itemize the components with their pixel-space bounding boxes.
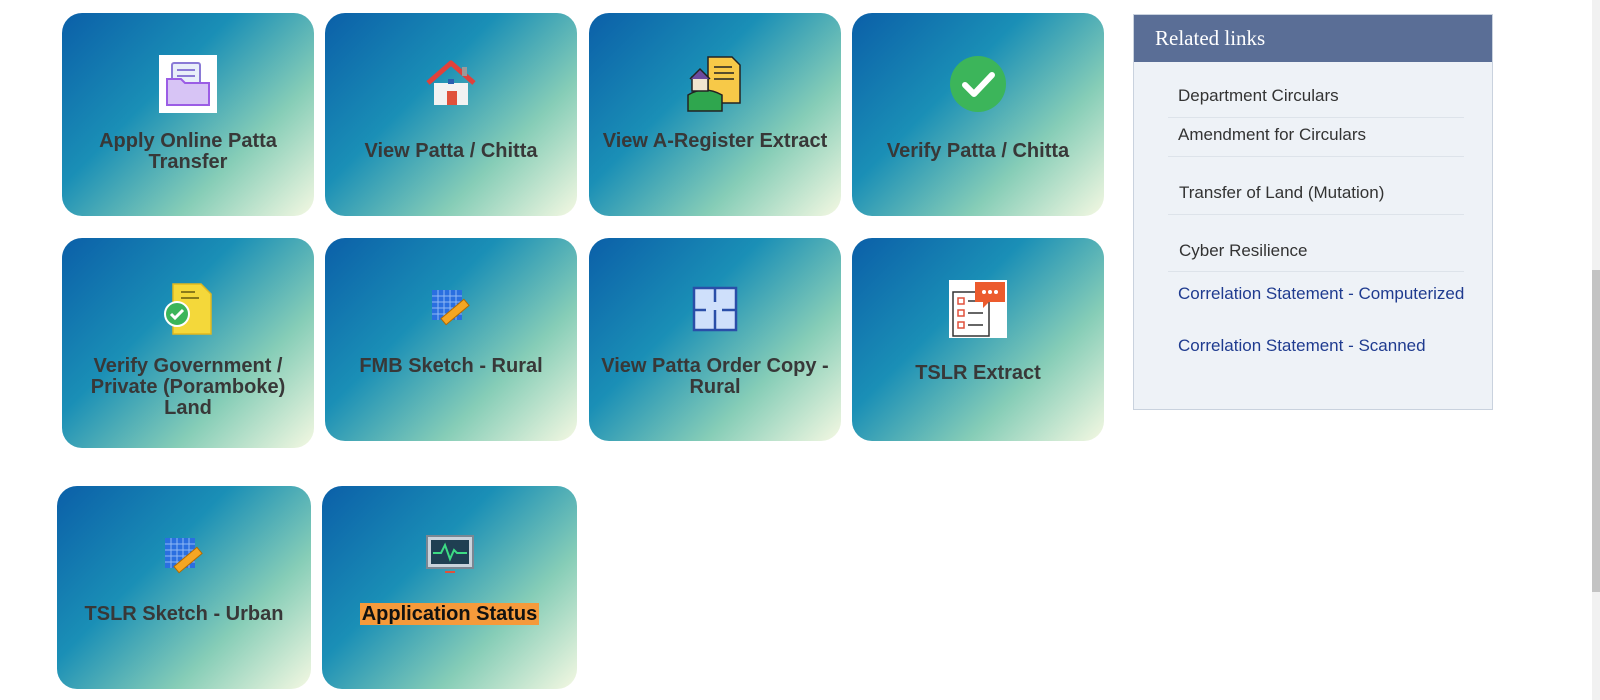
tile-view-a-register-extract[interactable]: View A-Register Extract <box>589 13 841 216</box>
checklist-chat-icon <box>949 280 1007 338</box>
link-correlation-statement-computerized[interactable]: Correlation Statement - Computerized <box>1178 284 1464 304</box>
monitor-pulse-icon <box>421 528 479 586</box>
tile-tslr-extract[interactable]: TSLR Extract <box>852 238 1104 441</box>
tile-view-patta-chitta[interactable]: View Patta / Chitta <box>325 13 577 216</box>
link-correlation-statement-scanned[interactable]: Correlation Statement - Scanned <box>1178 336 1426 356</box>
floor-plan-icon <box>686 280 744 338</box>
folder-icon <box>159 55 217 113</box>
tile-verify-government-land[interactable]: Verify Government / Private (Poramboke) … <box>62 238 314 448</box>
tile-label: TSLR Sketch - Urban <box>84 603 284 625</box>
check-circle-icon <box>949 55 1007 113</box>
verified-document-icon <box>159 280 217 338</box>
tile-label: View Patta Order Copy - Rural <box>601 355 829 398</box>
divider <box>1168 271 1464 272</box>
divider <box>1168 156 1464 157</box>
related-links-panel: Related links Department Circulars Amend… <box>1133 14 1493 410</box>
house-icon <box>422 55 480 113</box>
tile-fmb-sketch-rural[interactable]: FMB Sketch - Rural <box>325 238 577 441</box>
tile-tslr-sketch-urban[interactable]: TSLR Sketch - Urban <box>57 486 311 689</box>
link-department-circulars[interactable]: Department Circulars <box>1178 86 1339 106</box>
tile-label: View A-Register Extract <box>602 130 828 152</box>
link-transfer-of-land[interactable]: Transfer of Land (Mutation) <box>1179 183 1384 203</box>
link-amendment-for-circulars[interactable]: Amendment for Circulars <box>1178 125 1366 145</box>
tile-label: Verify Patta / Chitta <box>886 140 1070 162</box>
tile-application-status[interactable]: Application Status <box>322 486 577 689</box>
tile-label: Application Status <box>332 603 567 625</box>
grid-ruler-icon <box>422 280 480 338</box>
link-cyber-resilience[interactable]: Cyber Resilience <box>1179 241 1308 261</box>
tile-label: FMB Sketch - Rural <box>359 355 543 377</box>
application-status-label: Application Status <box>359 603 540 625</box>
related-links-title: Related links <box>1134 15 1492 62</box>
tile-label: Apply Online Patta Transfer <box>99 130 277 173</box>
grid-ruler-icon <box>155 528 213 586</box>
tile-label: Verify Government / Private (Poramboke) … <box>90 355 286 419</box>
tile-verify-patta-chitta[interactable]: Verify Patta / Chitta <box>852 13 1104 216</box>
scrollbar-thumb[interactable] <box>1592 270 1600 592</box>
tile-view-patta-order-copy[interactable]: View Patta Order Copy - Rural <box>589 238 841 441</box>
tile-label: View Patta / Chitta <box>364 140 538 162</box>
tile-apply-online-patta-transfer[interactable]: Apply Online Patta Transfer <box>62 13 314 216</box>
divider <box>1168 214 1464 215</box>
divider <box>1168 117 1464 118</box>
land-document-icon <box>686 55 744 113</box>
tile-label: TSLR Extract <box>915 362 1041 384</box>
